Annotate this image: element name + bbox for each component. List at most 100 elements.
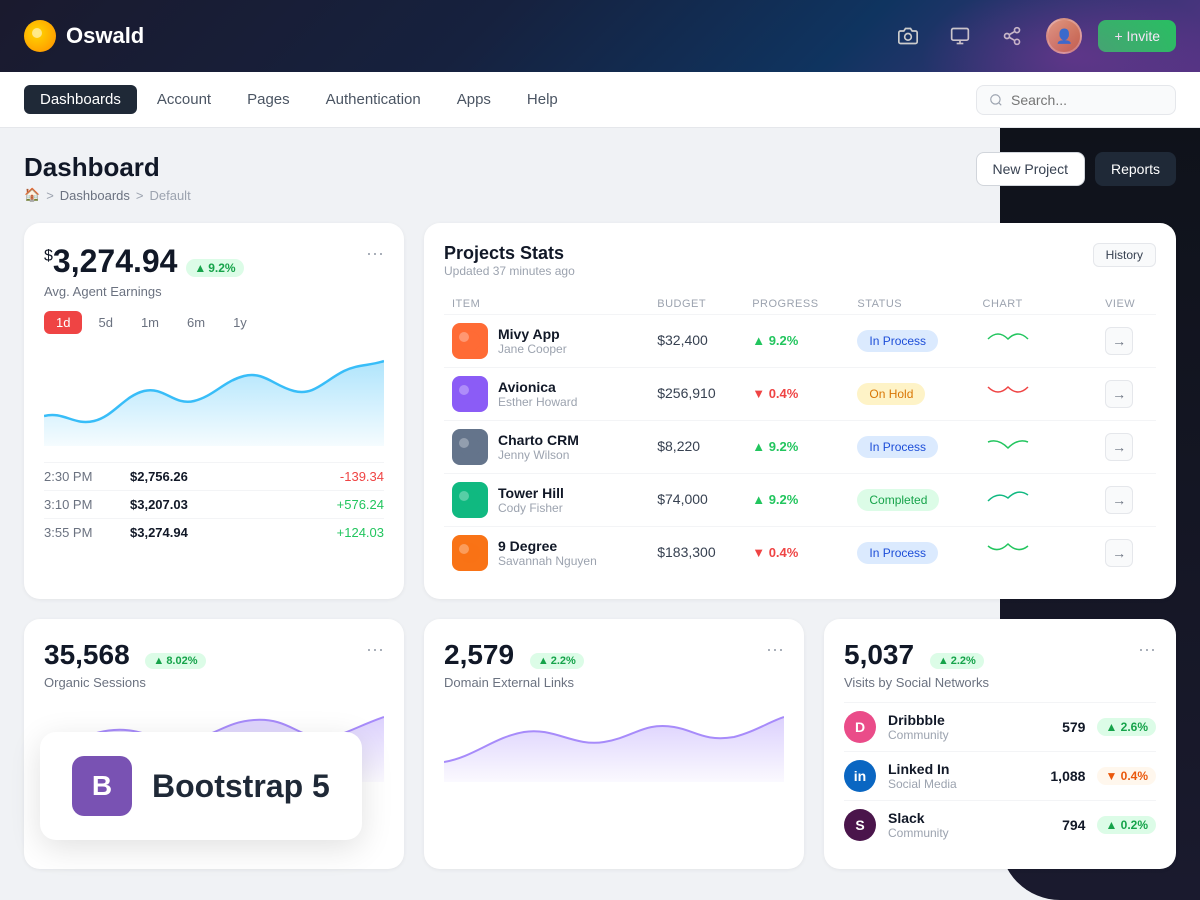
project-view-0[interactable]: → bbox=[1097, 315, 1156, 368]
table-row: Avionica Esther Howard $256,910 ▼ 0.4% O… bbox=[444, 368, 1156, 421]
subnav-item-pages[interactable]: Pages bbox=[231, 85, 306, 114]
project-name-3: Tower Hill bbox=[498, 485, 564, 501]
subnav-item-authentication[interactable]: Authentication bbox=[310, 85, 437, 114]
subnav-item-help[interactable]: Help bbox=[511, 85, 574, 114]
page-actions: New Project Reports bbox=[976, 152, 1177, 186]
subnav-item-account[interactable]: Account bbox=[141, 85, 227, 114]
project-budget-0: $32,400 bbox=[649, 315, 744, 368]
time-btn-6m[interactable]: 6m bbox=[175, 311, 217, 334]
view-arrow-4[interactable]: → bbox=[1105, 539, 1133, 567]
earnings-chart bbox=[44, 346, 384, 446]
earnings-row-2: 3:55 PM $3,274.94 +124.03 bbox=[44, 518, 384, 546]
time-btn-1y[interactable]: 1y bbox=[221, 311, 259, 334]
search-box bbox=[976, 85, 1176, 115]
project-progress-1: ▼ 0.4% bbox=[744, 368, 849, 421]
page-header: Dashboard 🏠 > Dashboards > Default New P… bbox=[24, 152, 1176, 203]
project-budget-1: $256,910 bbox=[649, 368, 744, 421]
social-change-1: ▼ 0.4% bbox=[1097, 767, 1156, 785]
new-project-button[interactable]: New Project bbox=[976, 152, 1085, 186]
social-top: 5,037 ▲ 2.2% ··· bbox=[844, 639, 1156, 671]
project-view-2[interactable]: → bbox=[1097, 421, 1156, 474]
time-btn-1m[interactable]: 1m bbox=[129, 311, 171, 334]
social-name-0: Dribbble bbox=[888, 712, 949, 728]
view-arrow-0[interactable]: → bbox=[1105, 327, 1133, 355]
external-badge: ▲ 2.2% bbox=[530, 653, 584, 669]
social-items: D Dribbble Community 579 ▲ 2.6% in Linke… bbox=[844, 702, 1156, 849]
subnav: Dashboards Account Pages Authentication … bbox=[0, 72, 1200, 128]
camera-icon[interactable] bbox=[890, 18, 926, 54]
project-budget-3: $74,000 bbox=[649, 474, 744, 527]
time-filters: 1d 5d 1m 6m 1y bbox=[44, 311, 384, 334]
organic-badge: ▲ 8.02% bbox=[145, 653, 205, 669]
time-btn-1d[interactable]: 1d bbox=[44, 311, 82, 334]
organic-number: 35,568 ▲ 8.02% bbox=[44, 639, 206, 671]
project-item-cell-0: Mivy App Jane Cooper bbox=[444, 315, 649, 368]
earnings-badge: ▲ 9.2% bbox=[186, 259, 243, 277]
breadcrumb-home-icon: 🏠 bbox=[24, 187, 40, 203]
search-input[interactable] bbox=[1011, 92, 1163, 108]
project-status-4: In Process bbox=[849, 527, 974, 580]
subnav-item-apps[interactable]: Apps bbox=[441, 85, 507, 114]
project-view-4[interactable]: → bbox=[1097, 527, 1156, 580]
projects-header: Projects Stats Updated 37 minutes ago Hi… bbox=[444, 243, 1156, 278]
er-change-2: +124.03 bbox=[337, 525, 384, 540]
project-status-0: In Process bbox=[849, 315, 974, 368]
projects-table-header: ITEM BUDGET PROGRESS STATUS CHART VIEW bbox=[444, 294, 1156, 315]
project-item-cell-3: Tower Hill Cody Fisher bbox=[444, 474, 649, 527]
history-button[interactable]: History bbox=[1093, 243, 1156, 267]
social-number-section: 5,037 ▲ 2.2% bbox=[844, 639, 984, 671]
project-person-0: Jane Cooper bbox=[498, 342, 567, 356]
project-status-1: On Hold bbox=[849, 368, 974, 421]
breadcrumb-sep2: > bbox=[136, 188, 144, 203]
topbar: Oswald bbox=[0, 0, 1200, 72]
social-icon-1: in bbox=[844, 760, 876, 792]
project-status-3: Completed bbox=[849, 474, 974, 527]
social-type-1: Social Media bbox=[888, 777, 957, 791]
bootstrap-overlay: B Bootstrap 5 bbox=[40, 732, 362, 840]
external-number: 2,579 ▲ 2.2% bbox=[444, 639, 584, 671]
share-icon[interactable] bbox=[994, 18, 1030, 54]
table-row: Mivy App Jane Cooper $32,400 ▲ 9.2% In P… bbox=[444, 315, 1156, 368]
er-time-0: 2:30 PM bbox=[44, 469, 114, 484]
project-budget-2: $8,220 bbox=[649, 421, 744, 474]
project-view-1[interactable]: → bbox=[1097, 368, 1156, 421]
project-view-3[interactable]: → bbox=[1097, 474, 1156, 527]
organic-label: Organic Sessions bbox=[44, 675, 384, 690]
projects-title-section: Projects Stats Updated 37 minutes ago bbox=[444, 243, 575, 278]
project-chart-0 bbox=[975, 315, 1098, 368]
invite-button[interactable]: + Invite bbox=[1098, 20, 1176, 52]
time-btn-5d[interactable]: 5d bbox=[86, 311, 124, 334]
social-more-button[interactable]: ··· bbox=[1138, 639, 1156, 660]
breadcrumb-dashboards[interactable]: Dashboards bbox=[60, 188, 130, 203]
col-item: ITEM bbox=[444, 294, 649, 315]
bootstrap-icon: B bbox=[72, 756, 132, 816]
project-budget-4: $183,300 bbox=[649, 527, 744, 580]
reports-button[interactable]: Reports bbox=[1095, 152, 1176, 186]
project-name-2: Charto CRM bbox=[498, 432, 579, 448]
monitor-icon[interactable] bbox=[942, 18, 978, 54]
earnings-more-button[interactable]: ··· bbox=[366, 243, 384, 264]
social-name-2: Slack bbox=[888, 810, 949, 826]
table-row: 9 Degree Savannah Nguyen $183,300 ▼ 0.4%… bbox=[444, 527, 1156, 580]
view-arrow-1[interactable]: → bbox=[1105, 380, 1133, 408]
organic-more-button[interactable]: ··· bbox=[366, 639, 384, 660]
external-links-card: 2,579 ▲ 2.2% ··· Domain External Links bbox=[424, 619, 804, 869]
avatar[interactable]: 👤 bbox=[1046, 18, 1082, 54]
project-chart-1 bbox=[975, 368, 1098, 421]
external-more-button[interactable]: ··· bbox=[766, 639, 784, 660]
projects-card: Projects Stats Updated 37 minutes ago Hi… bbox=[424, 223, 1176, 599]
bootstrap-text: Bootstrap 5 bbox=[152, 768, 330, 805]
organic-top: 35,568 ▲ 8.02% ··· bbox=[44, 639, 384, 671]
earnings-rows: 2:30 PM $2,756.26 -139.34 3:10 PM $3,207… bbox=[44, 462, 384, 546]
col-progress: PROGRESS bbox=[744, 294, 849, 315]
social-item: in Linked In Social Media 1,088 ▼ 0.4% bbox=[844, 751, 1156, 800]
social-type-2: Community bbox=[888, 826, 949, 840]
view-arrow-3[interactable]: → bbox=[1105, 486, 1133, 514]
subnav-item-dashboards[interactable]: Dashboards bbox=[24, 85, 137, 114]
project-progress-2: ▲ 9.2% bbox=[744, 421, 849, 474]
social-label: Visits by Social Networks bbox=[844, 675, 1156, 690]
projects-subtitle: Updated 37 minutes ago bbox=[444, 264, 575, 278]
projects-table: ITEM BUDGET PROGRESS STATUS CHART VIEW bbox=[444, 294, 1156, 579]
col-view: VIEW bbox=[1097, 294, 1156, 315]
view-arrow-2[interactable]: → bbox=[1105, 433, 1133, 461]
